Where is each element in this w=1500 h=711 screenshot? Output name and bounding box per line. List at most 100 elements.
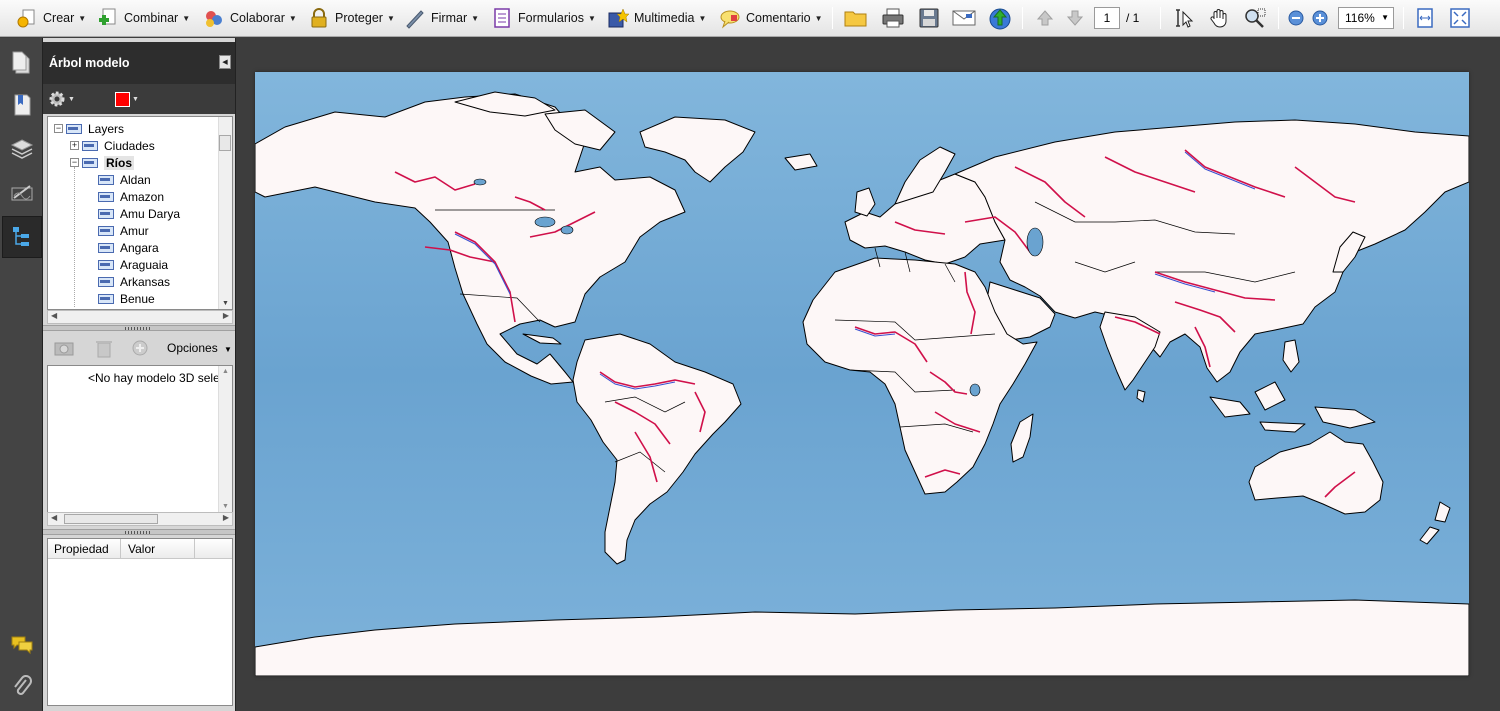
attachments-nav-button[interactable] <box>2 665 42 707</box>
world-map[interactable] <box>255 72 1469 676</box>
tree-node-river[interactable]: Angara <box>98 239 159 256</box>
layer-icon <box>98 208 114 219</box>
scroll-left-icon[interactable]: ◀ <box>51 311 57 320</box>
formularios-menu[interactable]: Formularios ▼ <box>491 5 596 31</box>
zoom-out-button[interactable] <box>1283 6 1309 30</box>
fit-width-button[interactable] <box>1412 6 1438 30</box>
tree-node-layers[interactable]: Layers <box>66 120 124 137</box>
scroll-right-icon[interactable]: ▶ <box>223 311 229 320</box>
column-header-property[interactable]: Propiedad <box>54 542 109 556</box>
add-circle-icon <box>132 340 148 356</box>
settings-menu-button[interactable]: ▼ <box>48 89 76 109</box>
properties-header: Propiedad Valor <box>48 539 232 559</box>
properties-table: Propiedad Valor <box>47 538 233 706</box>
page-number-input[interactable]: 1 <box>1094 7 1120 29</box>
panel-splitter[interactable] <box>43 529 235 535</box>
comments-nav-button[interactable] <box>2 624 42 666</box>
layers-nav-button[interactable] <box>2 128 42 170</box>
comentario-menu[interactable]: Comentario ▼ <box>719 5 823 31</box>
model-tree-nav-button[interactable] <box>2 216 42 258</box>
comment-icon <box>720 10 740 29</box>
tree-node-river[interactable]: Arkansas <box>98 273 170 290</box>
firmar-menu[interactable]: Firmar ▼ <box>404 5 479 31</box>
tree-vertical-scrollbar[interactable]: ▼ <box>218 117 232 309</box>
tree-node-river[interactable]: Aldan <box>98 171 151 188</box>
paperclip-icon <box>14 675 32 695</box>
scroll-right-icon[interactable]: ▶ <box>223 513 229 522</box>
panel-splitter[interactable] <box>43 325 235 331</box>
multimedia-menu[interactable]: Multimedia ▼ <box>607 5 706 31</box>
model-vertical-scrollbar[interactable]: ▲ ▼ <box>218 366 232 512</box>
expand-toggle[interactable]: + <box>70 141 79 150</box>
upload-button[interactable] <box>987 6 1013 30</box>
save-button[interactable] <box>916 6 942 30</box>
layer-icon <box>98 191 114 202</box>
tree-node-river[interactable]: Benue <box>98 290 155 307</box>
previous-page-button[interactable] <box>1032 6 1058 30</box>
tree-node-river[interactable]: Araguaia <box>98 256 168 273</box>
pages-nav-button[interactable] <box>2 42 42 84</box>
scroll-left-icon[interactable]: ◀ <box>51 513 57 522</box>
add-view-button[interactable] <box>53 338 75 361</box>
chevron-down-icon: ▼ <box>182 13 191 23</box>
select-tool-button[interactable] <box>1170 6 1196 30</box>
scrollbar-thumb[interactable] <box>219 135 231 151</box>
crear-menu[interactable]: Crear ▼ <box>16 5 86 31</box>
signatures-nav-button[interactable] <box>2 172 42 214</box>
scrollbar-thumb[interactable] <box>64 514 158 524</box>
tree-node-river[interactable]: Amazon <box>98 188 164 205</box>
combinar-label: Combinar <box>124 11 179 25</box>
scroll-up-icon[interactable]: ▲ <box>222 368 229 375</box>
zoom-level-select[interactable]: 116% ▼ <box>1338 7 1394 29</box>
column-header-value[interactable]: Valor <box>128 542 155 556</box>
model-horizontal-scrollbar[interactable]: ◀ ▶ <box>47 512 233 526</box>
print-button[interactable] <box>880 6 906 30</box>
tree-node-river[interactable]: Amur <box>98 222 149 239</box>
tree-node-label: Amur <box>120 223 149 238</box>
delete-button[interactable] <box>95 338 113 361</box>
layer-icon <box>98 293 114 304</box>
arrow-down-icon <box>1066 10 1084 26</box>
colaborar-label: Colaborar <box>230 11 285 25</box>
scroll-down-icon[interactable]: ▼ <box>222 503 229 510</box>
colaborar-menu[interactable]: Colaborar ▼ <box>203 5 297 31</box>
lock-icon <box>311 8 327 28</box>
model-options-bar: Opciones ▼ <box>45 334 235 362</box>
combinar-menu[interactable]: Combinar ▼ <box>97 5 190 31</box>
collapse-toggle[interactable]: − <box>70 158 79 167</box>
zoom-out-icon <box>1288 10 1304 26</box>
next-page-button[interactable] <box>1062 6 1088 30</box>
email-button[interactable] <box>951 6 977 30</box>
collapse-toggle[interactable]: − <box>54 124 63 133</box>
pages-icon <box>12 51 30 74</box>
color-picker-button[interactable]: ▼ <box>115 90 141 108</box>
layer-icon <box>82 140 98 151</box>
pen-icon <box>406 10 424 29</box>
tree-node-rios[interactable]: Ríos <box>82 154 135 171</box>
bookmarks-nav-button[interactable] <box>2 84 42 126</box>
proteger-menu[interactable]: Proteger ▼ <box>308 5 395 31</box>
tree-node-label: Amu Darya <box>120 206 181 221</box>
tree-horizontal-scrollbar[interactable]: ◀ ▶ <box>47 310 233 324</box>
no-model-message: <No hay modelo 3D sele <box>88 371 220 385</box>
layer-icon <box>98 225 114 236</box>
options-menu[interactable]: Opciones ▼ <box>167 341 232 355</box>
zoom-in-button[interactable] <box>1307 6 1333 30</box>
tree-node-ciudades[interactable]: Ciudades <box>82 137 155 154</box>
comentario-label: Comentario <box>746 11 811 25</box>
panel-header: Árbol modelo ◀ <box>43 42 235 84</box>
collapse-panel-button[interactable]: ◀ <box>219 55 231 69</box>
panel-title: Árbol modelo <box>49 56 130 70</box>
full-screen-button[interactable] <box>1447 6 1473 30</box>
hand-tool-button[interactable] <box>1206 6 1232 30</box>
column-divider[interactable] <box>120 539 121 559</box>
proteger-label: Proteger <box>335 11 383 25</box>
scroll-down-icon[interactable]: ▼ <box>222 300 229 307</box>
marquee-zoom-button[interactable] <box>1242 6 1268 30</box>
open-button[interactable] <box>843 6 869 30</box>
add-button[interactable] <box>131 339 149 360</box>
tree-node-river[interactable]: Amu Darya <box>98 205 180 222</box>
pdf-page[interactable] <box>255 72 1469 676</box>
column-divider[interactable] <box>194 539 195 559</box>
layer-icon <box>98 276 114 287</box>
